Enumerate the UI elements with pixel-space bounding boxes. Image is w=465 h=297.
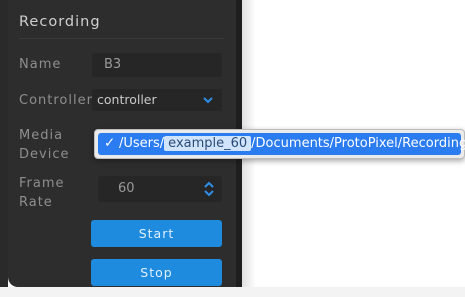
frame-rate-stepper[interactable]: 60 (98, 176, 222, 202)
media-device-label-line1: Media (19, 128, 64, 143)
name-field[interactable]: B3 (92, 53, 222, 77)
controller-select[interactable]: controller (92, 89, 222, 111)
stepper-arrows-icon[interactable] (202, 179, 216, 199)
frame-rate-label-line2: Rate (19, 195, 53, 210)
media-device-path: /Users/example_60/Documents/ProtoPixel/R… (119, 136, 465, 151)
frame-rate-value: 60 (118, 181, 135, 196)
controller-label: Controller (19, 93, 93, 108)
controller-select-value: controller (97, 92, 157, 107)
frame-rate-label-line1: Frame (19, 176, 65, 191)
start-button[interactable]: Start (91, 220, 222, 247)
title-underline (19, 38, 224, 39)
path-prefix: /Users/ (119, 136, 165, 151)
name-label: Name (19, 57, 62, 72)
window-edge (0, 0, 8, 297)
chevron-down-icon (203, 97, 213, 104)
media-device-label-line2: Device (19, 147, 70, 162)
checkmark-icon: ✓ (104, 135, 116, 151)
path-user: example_60 (164, 136, 252, 151)
media-device-popup-menu: ✓ /Users/example_60/Documents/ProtoPixel… (94, 129, 465, 159)
stop-button[interactable]: Stop (91, 259, 222, 286)
media-device-option-selected[interactable]: ✓ /Users/example_60/Documents/ProtoPixel… (98, 133, 465, 155)
panel-title: Recording (19, 14, 101, 30)
name-field-value: B3 (104, 57, 122, 72)
bottom-separator (0, 287, 465, 297)
path-suffix: /Documents/ProtoPixel/Recordings (251, 136, 465, 151)
